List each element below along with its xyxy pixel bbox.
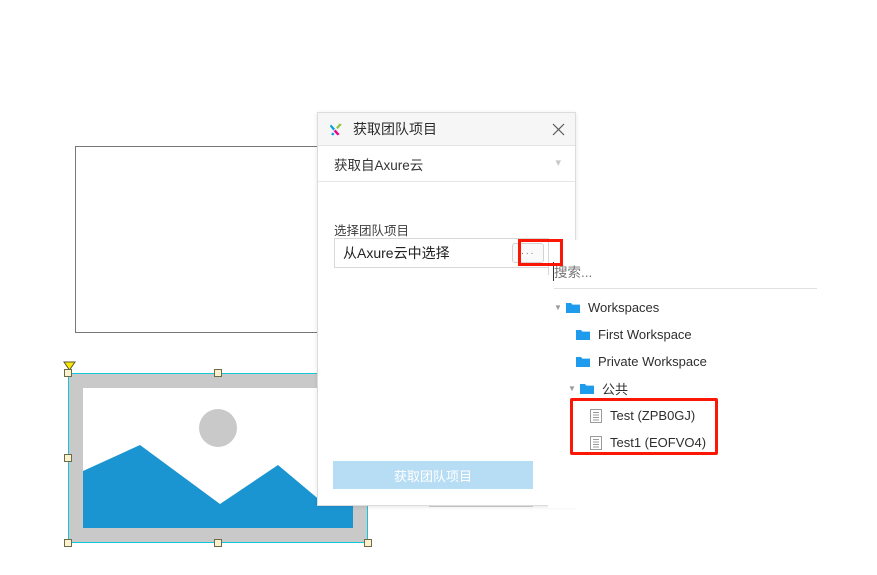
tree-item-label: Private Workspace [598,354,707,369]
resize-handle-n[interactable] [214,369,222,377]
tree-item-workspaces[interactable]: ▼ Workspaces [548,294,820,321]
folder-icon [576,357,590,367]
project-picker-popup: ▼ Workspaces First Workspace Private Wor… [548,240,820,508]
close-icon[interactable] [547,118,569,140]
tree-item-label: First Workspace [598,327,692,342]
image-placeholder-svg [83,409,353,528]
tree-item-public[interactable]: ▼ 公共 [548,375,820,402]
tree-item-label: 公共 [602,382,629,397]
resize-handle-sw[interactable] [64,539,72,547]
tree-item-label: Workspaces [588,300,660,315]
document-icon [590,435,602,450]
twisty-expanded-icon[interactable]: ▼ [564,384,580,393]
twisty-expanded-icon[interactable]: ▼ [550,303,566,312]
browse-button[interactable]: ··· [512,243,544,263]
empty-rectangle-widget[interactable] [75,146,343,333]
tree-item-label: Test (ZPB0GJ) [610,408,696,423]
resize-handle-s[interactable] [214,539,222,547]
project-path-row: ··· [334,238,549,268]
panel-divider [429,506,533,507]
tree-item-test1[interactable]: Test1 (EOFVO4) [548,429,820,456]
image-placeholder-art [83,388,353,528]
tree-item-first-workspace[interactable]: First Workspace [548,321,820,348]
source-select-value: 获取自Axure云 [334,157,424,173]
search-row [548,260,820,286]
document-icon [590,408,602,423]
search-divider [554,288,817,289]
dialog-title-bar: 获取团队项目 [318,113,575,146]
resize-handle-se[interactable] [364,539,372,547]
dialog-title: 获取团队项目 [353,121,437,137]
workspace-tree: ▼ Workspaces First Workspace Private Wor… [548,294,820,456]
field-label: 选择团队项目 [334,224,410,238]
axure-logo-icon [329,123,342,135]
resize-handle-w[interactable] [64,454,72,462]
search-input[interactable] [554,260,814,284]
tree-item-private-workspace[interactable]: Private Workspace [548,348,820,375]
folder-icon [576,330,590,340]
ellipsis-icon: ··· [520,247,536,259]
resize-handle-nw[interactable] [64,369,72,377]
close-glyph [552,123,564,135]
get-team-project-dialog: 获取团队项目 获取自Axure云 ▾ 选择团队项目 ··· 获取团队项目 [317,112,576,506]
folder-icon [580,384,594,394]
chevron-down-icon: ▾ [555,157,561,169]
source-select[interactable]: 获取自Axure云 ▾ [318,146,575,182]
tree-item-label: Test1 (EOFVO4) [610,435,707,450]
folder-icon [566,303,580,313]
get-team-project-button[interactable]: 获取团队项目 [333,461,533,489]
tree-item-test[interactable]: Test (ZPB0GJ) [548,402,820,429]
